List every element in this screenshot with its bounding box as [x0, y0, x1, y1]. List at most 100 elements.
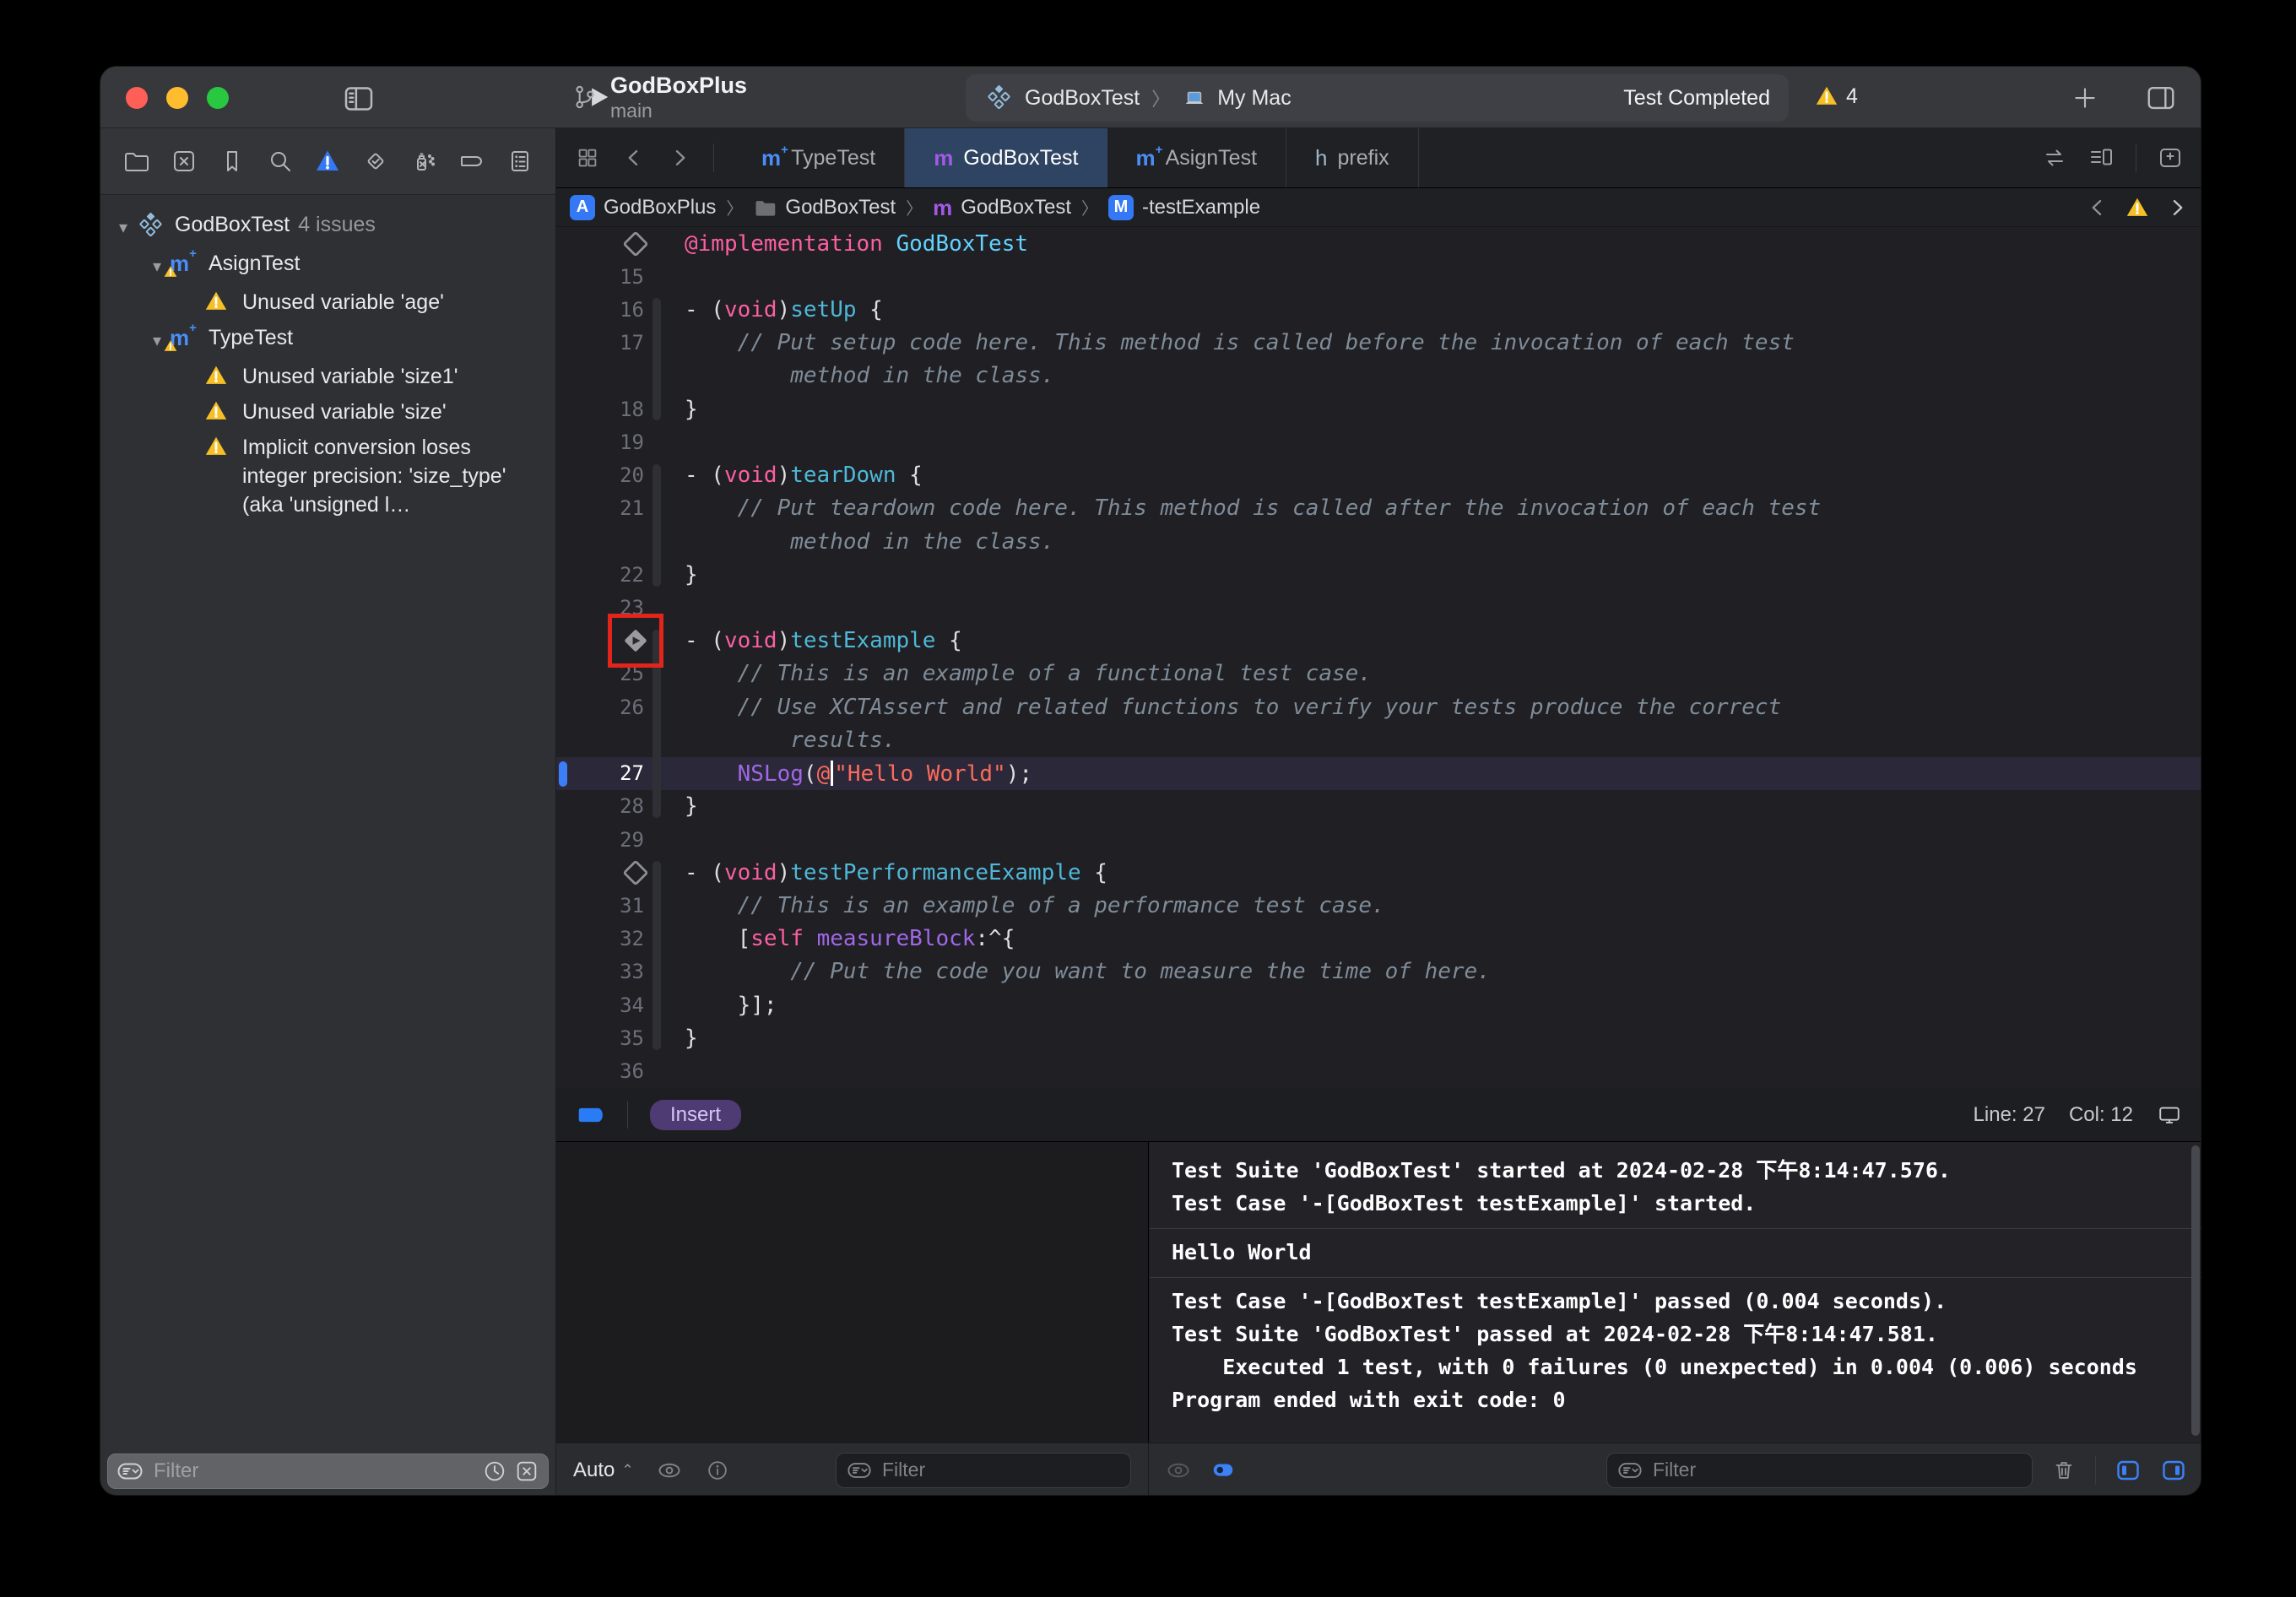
issue-tree-row[interactable]: ▾GodBoxTest4 issues: [100, 207, 555, 246]
tab-typetest[interactable]: m+TypeTest: [733, 128, 905, 187]
search-icon[interactable]: [267, 148, 294, 175]
bookmarks-icon[interactable]: [219, 148, 246, 175]
scheme-name[interactable]: GodBoxTest: [1025, 86, 1140, 111]
code-line[interactable]: 23: [556, 591, 2201, 624]
close-window-button[interactable]: [126, 87, 148, 109]
console-scrollbar[interactable]: [2191, 1145, 2200, 1436]
back-icon[interactable]: [622, 146, 646, 170]
warning-count-badge[interactable]: 4: [1814, 84, 1858, 109]
run-test-diamond-icon[interactable]: [617, 854, 654, 891]
variables-filter-field[interactable]: [836, 1453, 1131, 1488]
code-line[interactable]: 16- (void)setUp {: [556, 293, 2201, 326]
fold-ribbon[interactable]: [653, 464, 661, 587]
sidebar-filter-field[interactable]: [107, 1454, 549, 1489]
variables-mode-select[interactable]: Auto⌃: [573, 1459, 634, 1482]
add-icon[interactable]: [2071, 84, 2099, 112]
code-line[interactable]: results.: [556, 723, 2201, 756]
issue-tree-row[interactable]: Unused variable 'size1': [100, 359, 555, 394]
toggle-console-pane-icon[interactable]: [2160, 1457, 2187, 1484]
code-line[interactable]: 17 // Put setup code here. This method i…: [556, 327, 2201, 360]
tab-godboxtest[interactable]: mGodBoxTest: [905, 128, 1107, 187]
line-number: 16: [570, 298, 651, 322]
breadcrumb-item[interactable]: AGodBoxPlus: [570, 195, 716, 220]
disclosure-chevron-icon[interactable]: ▾: [111, 210, 136, 242]
clear-filter-icon[interactable]: [514, 1459, 539, 1484]
code-line[interactable]: 35}: [556, 1021, 2201, 1054]
clear-console-icon[interactable]: [2051, 1458, 2077, 1483]
code-line[interactable]: 20- (void)tearDown {: [556, 459, 2201, 492]
issue-tree-row[interactable]: Unused variable 'age': [100, 284, 555, 320]
line-number: 15: [570, 265, 651, 289]
code-line[interactable]: 15: [556, 260, 2201, 293]
code-line[interactable]: 25 // This is an example of a functional…: [556, 658, 2201, 690]
minimize-window-button[interactable]: [166, 87, 188, 109]
destination-name[interactable]: My Mac: [1217, 86, 1292, 111]
report-navigator-icon[interactable]: [506, 148, 533, 175]
code-line[interactable]: - (void)testExample {: [556, 625, 2201, 658]
code-line[interactable]: @implementation GodBoxTest: [556, 227, 2201, 260]
code-line[interactable]: 34 }];: [556, 988, 2201, 1021]
code-line[interactable]: 19: [556, 425, 2201, 458]
debug-navigator-icon[interactable]: [410, 148, 437, 175]
display-icon[interactable]: [2157, 1102, 2182, 1128]
previous-issue-icon[interactable]: [2086, 196, 2109, 219]
toggle-variables-pane-icon[interactable]: [2115, 1457, 2142, 1484]
sidebar-filter-input[interactable]: [152, 1459, 482, 1484]
quicklook-info-icon[interactable]: [705, 1458, 730, 1483]
code-line[interactable]: 26 // Use XCTAssert and related function…: [556, 690, 2201, 723]
code-line[interactable]: 21 // Put teardown code here. This metho…: [556, 492, 2201, 525]
run-test-diamond-icon[interactable]: [617, 227, 654, 263]
code-line[interactable]: 33 // Put the code you want to measure t…: [556, 955, 2201, 988]
issue-tree-row[interactable]: ▾m+AsignTest: [100, 246, 555, 284]
issue-warning-icon[interactable]: [2125, 195, 2150, 220]
console-view[interactable]: Test Suite 'GodBoxTest' started at 2024-…: [1150, 1142, 2201, 1443]
breakpoint-navigator-icon[interactable]: [458, 148, 485, 175]
project-navigator-icon[interactable]: [122, 148, 149, 175]
code-review-icon[interactable]: [2041, 144, 2068, 171]
recent-icon[interactable]: [482, 1459, 507, 1484]
code-line-current[interactable]: 27 NSLog(@"Hello World");: [556, 757, 2201, 790]
test-navigator-icon[interactable]: [362, 148, 389, 175]
code-line[interactable]: 31 // This is an example of a performanc…: [556, 889, 2201, 922]
minimap-icon[interactable]: [2088, 144, 2115, 171]
code-line[interactable]: 22}: [556, 558, 2201, 591]
related-items-icon[interactable]: [575, 145, 600, 171]
console-filter-field[interactable]: [1606, 1453, 2033, 1488]
code-line[interactable]: method in the class.: [556, 525, 2201, 558]
issue-tree-row[interactable]: ▾m+TypeTest: [100, 320, 555, 359]
issue-navigator-icon[interactable]: [314, 148, 341, 175]
source-editor[interactable]: @implementation GodBoxTest 15 16- (void)se…: [556, 227, 2201, 1088]
console-eye-icon[interactable]: [1165, 1457, 1192, 1484]
code-line[interactable]: 36: [556, 1054, 2201, 1087]
breadcrumb-item[interactable]: mGodBoxTest: [933, 196, 1071, 219]
variables-view[interactable]: [556, 1142, 1149, 1443]
scheme-selector[interactable]: GodBoxTest 〉 My Mac Test Completed: [966, 74, 1789, 122]
tab-asigntest[interactable]: m+AsignTest: [1107, 128, 1287, 187]
breadcrumb-item[interactable]: GodBoxTest: [753, 196, 896, 219]
activity-status: Test Completed: [1623, 86, 1770, 111]
console-mode-icon[interactable]: [1210, 1458, 1236, 1483]
tab-prefix[interactable]: hprefix: [1286, 128, 1419, 187]
code-line[interactable]: 32 [self measureBlock:^{: [556, 923, 2201, 955]
next-issue-icon[interactable]: [2165, 196, 2189, 219]
breadcrumb-chevron-icon: 〉: [906, 195, 923, 219]
breadcrumb-item[interactable]: M-testExample: [1108, 195, 1260, 220]
code-line[interactable]: - (void)testPerformanceExample {: [556, 856, 2201, 889]
console-filter-input[interactable]: [1651, 1458, 2022, 1482]
fold-ribbon[interactable]: [653, 298, 661, 420]
code-line[interactable]: 29: [556, 823, 2201, 856]
zoom-window-button[interactable]: [207, 87, 229, 109]
variables-filter-input[interactable]: [880, 1458, 1120, 1482]
code-line[interactable]: 28}: [556, 790, 2201, 823]
issue-tree-row[interactable]: Unused variable 'size': [100, 394, 555, 430]
forward-icon[interactable]: [668, 146, 691, 170]
breakpoint-tag-icon[interactable]: [577, 1098, 610, 1132]
add-editor-icon[interactable]: [2157, 144, 2184, 171]
code-line[interactable]: method in the class.: [556, 360, 2201, 392]
toggle-sidebar-icon[interactable]: [342, 82, 376, 116]
source-control-icon[interactable]: [171, 148, 198, 175]
show-only-variables-icon[interactable]: [656, 1457, 683, 1484]
issue-tree-row[interactable]: Implicit conversion loses integer precis…: [100, 430, 555, 522]
code-line[interactable]: 18}: [556, 392, 2201, 425]
editor-layout-icon[interactable]: [2145, 82, 2177, 114]
